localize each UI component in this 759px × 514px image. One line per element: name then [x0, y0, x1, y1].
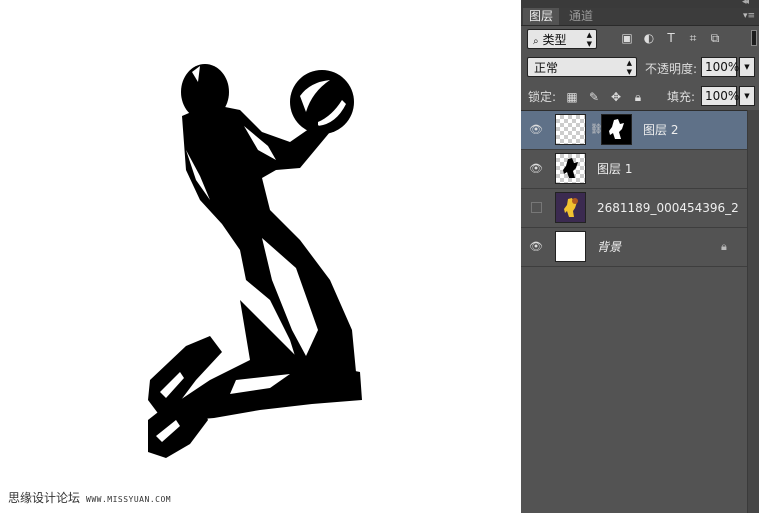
watermark: 思缘设计论坛 WWW.MISSYUAN.COM [8, 489, 171, 506]
watermark-url: WWW.MISSYUAN.COM [86, 495, 172, 504]
filter-toggle-switch[interactable] [751, 30, 757, 46]
eye-icon[interactable]: 👁︎ [529, 240, 543, 254]
layer-thumbnail [555, 192, 586, 223]
layer-row-photo[interactable]: 2681189_000454396_2 [521, 189, 747, 228]
adjustment-filter-icon[interactable]: ◐ [641, 30, 657, 46]
panel-menu-icon[interactable]: ▾≡ [743, 8, 755, 25]
layer-mask-thumbnail[interactable] [601, 114, 632, 145]
layer-thumbnail [555, 153, 586, 184]
photo-thumbnail [556, 193, 585, 222]
layer-name[interactable]: 背景 [597, 228, 621, 267]
lock-all-icon[interactable]: 🔒︎ [631, 90, 645, 104]
layer-row-layer1[interactable]: 👁︎ 图层 1 [521, 150, 747, 189]
layers-panel: ◂◂ 图层 通道 ▾≡ ⌕ 类型 ▲ ▼ ▣ ◐ T ⌗ ⧉ 正常 ▲ ▼ 不透明度… [521, 0, 759, 513]
layer-row-layer2[interactable]: 👁︎ ⛓︎ 图层 2 [521, 111, 747, 150]
link-icon[interactable]: ⛓︎ [590, 124, 603, 136]
panel-top-bar: ◂◂ [521, 0, 759, 8]
dropdown-arrows-icon: ▲ ▼ [586, 31, 592, 48]
mask-silhouette [609, 119, 624, 139]
document-canvas[interactable]: 思缘设计论坛 WWW.MISSYUAN.COM [0, 0, 521, 513]
collapse-panel-icon[interactable]: ◂◂ [742, 0, 749, 7]
blend-mode-value: 正常 [534, 61, 559, 75]
lock-label: 锁定: [528, 90, 557, 104]
opacity-label: 不透明度: [645, 62, 698, 76]
visibility-off-box[interactable] [531, 202, 542, 213]
smart-object-filter-icon[interactable]: ⧉ [707, 30, 723, 46]
layer-filter-dropdown[interactable]: ⌕ 类型 ▲ ▼ [527, 29, 597, 49]
tab-layers[interactable]: 图层 [523, 8, 560, 25]
layer-thumbnail [555, 114, 586, 145]
search-icon: ⌕ [533, 36, 539, 47]
eye-icon[interactable]: 👁︎ [529, 162, 543, 176]
dropdown-arrows-icon: ▲ ▼ [626, 59, 632, 76]
basketball-player-silhouette [148, 64, 362, 458]
lock-image-icon[interactable]: ✎ [587, 90, 601, 104]
lock-position-icon[interactable]: ✥ [609, 90, 623, 104]
thumbnail-silhouette [563, 158, 578, 178]
fill-slider-button[interactable]: ▼ [739, 86, 755, 106]
fill-label: 填充: [667, 90, 696, 104]
panel-tabs: 图层 通道 ▾≡ [521, 8, 759, 26]
layer-thumbnail [555, 231, 586, 262]
shape-filter-icon[interactable]: ⌗ [685, 30, 701, 46]
layer-name[interactable]: 图层 2 [643, 111, 678, 150]
layer-name[interactable]: 图层 1 [597, 150, 632, 189]
lock-transparent-icon[interactable]: ▦ [565, 90, 579, 104]
blend-mode-dropdown[interactable]: 正常 ▲ ▼ [527, 57, 637, 77]
image-filter-icon[interactable]: ▣ [619, 30, 635, 46]
fill-input[interactable]: 100% [701, 86, 739, 106]
watermark-text: 思缘设计论坛 [8, 491, 81, 505]
type-filter-icon[interactable]: T [663, 30, 679, 46]
tab-channels[interactable]: 通道 [563, 8, 599, 25]
layer-filter-value: 类型 [542, 33, 567, 47]
layers-list: 👁︎ ⛓︎ 图层 2 👁︎ 图层 1 2681189_000454396_2 👁… [521, 110, 747, 514]
layer-name[interactable]: 2681189_000454396_2 [597, 189, 739, 228]
opacity-input[interactable]: 100% [701, 57, 739, 77]
lock-icon: 🔒︎ [721, 240, 727, 253]
layer-row-background[interactable]: 👁︎ 背景 🔒︎ [521, 228, 747, 267]
opacity-slider-button[interactable]: ▼ [739, 57, 755, 77]
panel-scrollbar[interactable] [747, 110, 759, 513]
eye-icon[interactable]: 👁︎ [529, 123, 543, 137]
